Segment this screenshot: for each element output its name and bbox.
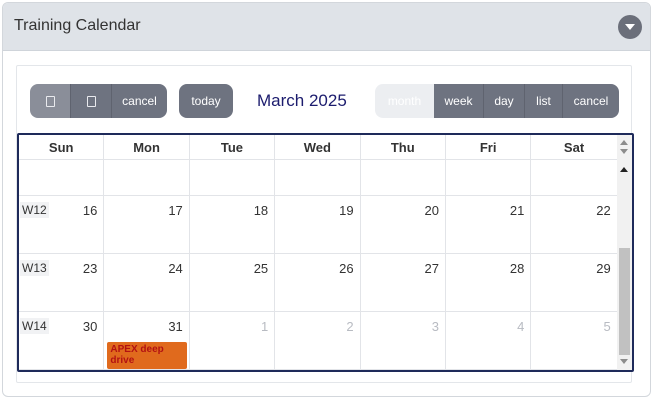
view-month-button[interactable]: month <box>375 84 434 118</box>
day-number[interactable]: 23 <box>83 261 97 276</box>
day-number[interactable]: 21 <box>510 203 524 218</box>
prev-button[interactable] <box>30 84 71 118</box>
panel-title: Training Calendar <box>14 17 141 34</box>
dow-tue: Tue <box>190 135 276 160</box>
nav-button-group: cancel <box>30 84 167 118</box>
day-number[interactable]: 2 <box>346 319 353 334</box>
day-of-week-header: Sun Mon Tue Wed Thu Fri Sat <box>19 135 617 160</box>
dow-wed: Wed <box>275 135 361 160</box>
dow-sun: Sun <box>19 135 105 160</box>
week-row-w13: W13 23 24 25 26 27 28 29 <box>19 254 617 312</box>
day-number[interactable]: 30 <box>83 319 97 334</box>
day-number[interactable]: 26 <box>339 261 353 276</box>
day-cell[interactable]: 17 <box>104 196 190 253</box>
next-button[interactable] <box>71 84 112 118</box>
day-cell[interactable]: 18 <box>190 196 276 253</box>
day-number[interactable]: 19 <box>339 203 353 218</box>
week-number[interactable]: W12 <box>20 202 49 218</box>
next-icon <box>86 95 96 107</box>
view-list-button[interactable]: list <box>525 84 563 118</box>
day-cell[interactable]: 27 <box>361 254 446 311</box>
day-cell[interactable] <box>190 160 276 195</box>
day-number[interactable]: 28 <box>510 261 524 276</box>
day-cell[interactable] <box>361 160 446 195</box>
day-cell[interactable]: 19 <box>275 196 361 253</box>
panel-header: Training Calendar <box>3 3 650 51</box>
day-cell[interactable]: 22 <box>531 196 616 253</box>
day-number[interactable]: 5 <box>604 319 611 334</box>
day-cell[interactable] <box>104 160 190 195</box>
view-week-button[interactable]: week <box>434 84 484 118</box>
day-number[interactable]: 16 <box>83 203 97 218</box>
scroll-up-icon[interactable] <box>620 140 628 145</box>
day-number[interactable]: 22 <box>596 203 610 218</box>
calendar-title: March 2025 <box>257 91 347 110</box>
day-cell[interactable]: 29 <box>531 254 616 311</box>
nav-cancel-button[interactable]: cancel <box>112 84 167 118</box>
week-row-w14: W14 30 31 APEX deep drive 1 2 3 4 5 <box>19 312 617 370</box>
day-number[interactable]: 18 <box>254 203 268 218</box>
dow-thu: Thu <box>361 135 446 160</box>
calendar-event[interactable]: APEX deep drive <box>107 342 188 369</box>
week-number[interactable]: W14 <box>20 318 49 334</box>
scroll-down-icon[interactable] <box>620 359 628 364</box>
day-number[interactable]: 29 <box>596 261 610 276</box>
day-cell[interactable]: 20 <box>361 196 446 253</box>
day-cell[interactable]: 5 <box>531 312 616 369</box>
view-cancel-button[interactable]: cancel <box>563 84 619 118</box>
day-cell[interactable] <box>531 160 616 195</box>
day-cell[interactable]: W13 23 <box>19 254 105 311</box>
day-number[interactable]: 31 <box>168 319 182 334</box>
scrollbar[interactable] <box>617 135 632 370</box>
day-number[interactable]: 25 <box>254 261 268 276</box>
dow-sat: Sat <box>563 140 585 155</box>
day-cell[interactable]: 21 <box>446 196 532 253</box>
prev-icon <box>45 95 55 107</box>
day-number[interactable]: 4 <box>517 319 524 334</box>
scrollbar-thumb[interactable] <box>619 248 630 355</box>
day-cell[interactable]: 25 <box>190 254 276 311</box>
view-button-group: month week day list cancel <box>375 84 619 118</box>
dow-mon: Mon <box>104 135 190 160</box>
day-cell[interactable]: 31 APEX deep drive <box>104 312 190 369</box>
week-row-partial <box>19 160 617 196</box>
day-number[interactable]: 20 <box>424 203 438 218</box>
week-row-w12: W12 16 17 18 19 20 21 22 <box>19 196 617 254</box>
day-cell[interactable] <box>19 160 105 195</box>
day-number[interactable]: 17 <box>168 203 182 218</box>
day-cell[interactable]: 26 <box>275 254 361 311</box>
day-cell[interactable]: 3 <box>361 312 446 369</box>
day-cell[interactable]: 24 <box>104 254 190 311</box>
collapse-button[interactable] <box>618 15 642 39</box>
scroll-up-inner-icon[interactable] <box>620 167 628 172</box>
day-cell[interactable]: 4 <box>446 312 532 369</box>
scroll-down-small-icon[interactable] <box>620 149 628 154</box>
dow-fri: Fri <box>446 135 532 160</box>
chevron-down-icon <box>625 23 635 30</box>
day-cell[interactable] <box>275 160 361 195</box>
view-day-button[interactable]: day <box>484 84 525 118</box>
week-number[interactable]: W13 <box>20 260 49 276</box>
day-cell[interactable]: W14 30 <box>19 312 105 369</box>
day-cell[interactable]: 28 <box>446 254 532 311</box>
day-number[interactable]: 24 <box>168 261 182 276</box>
today-button[interactable]: today <box>179 84 233 118</box>
day-number[interactable]: 1 <box>261 319 268 334</box>
day-number[interactable]: 3 <box>432 319 439 334</box>
calendar-grid: Sun Mon Tue Wed Thu Fri Sat W12 16 17 18… <box>17 133 634 372</box>
day-cell[interactable]: W12 16 <box>19 196 105 253</box>
day-cell[interactable]: 1 <box>190 312 276 369</box>
day-cell[interactable]: 2 <box>275 312 361 369</box>
day-cell[interactable] <box>446 160 532 195</box>
day-number[interactable]: 27 <box>424 261 438 276</box>
